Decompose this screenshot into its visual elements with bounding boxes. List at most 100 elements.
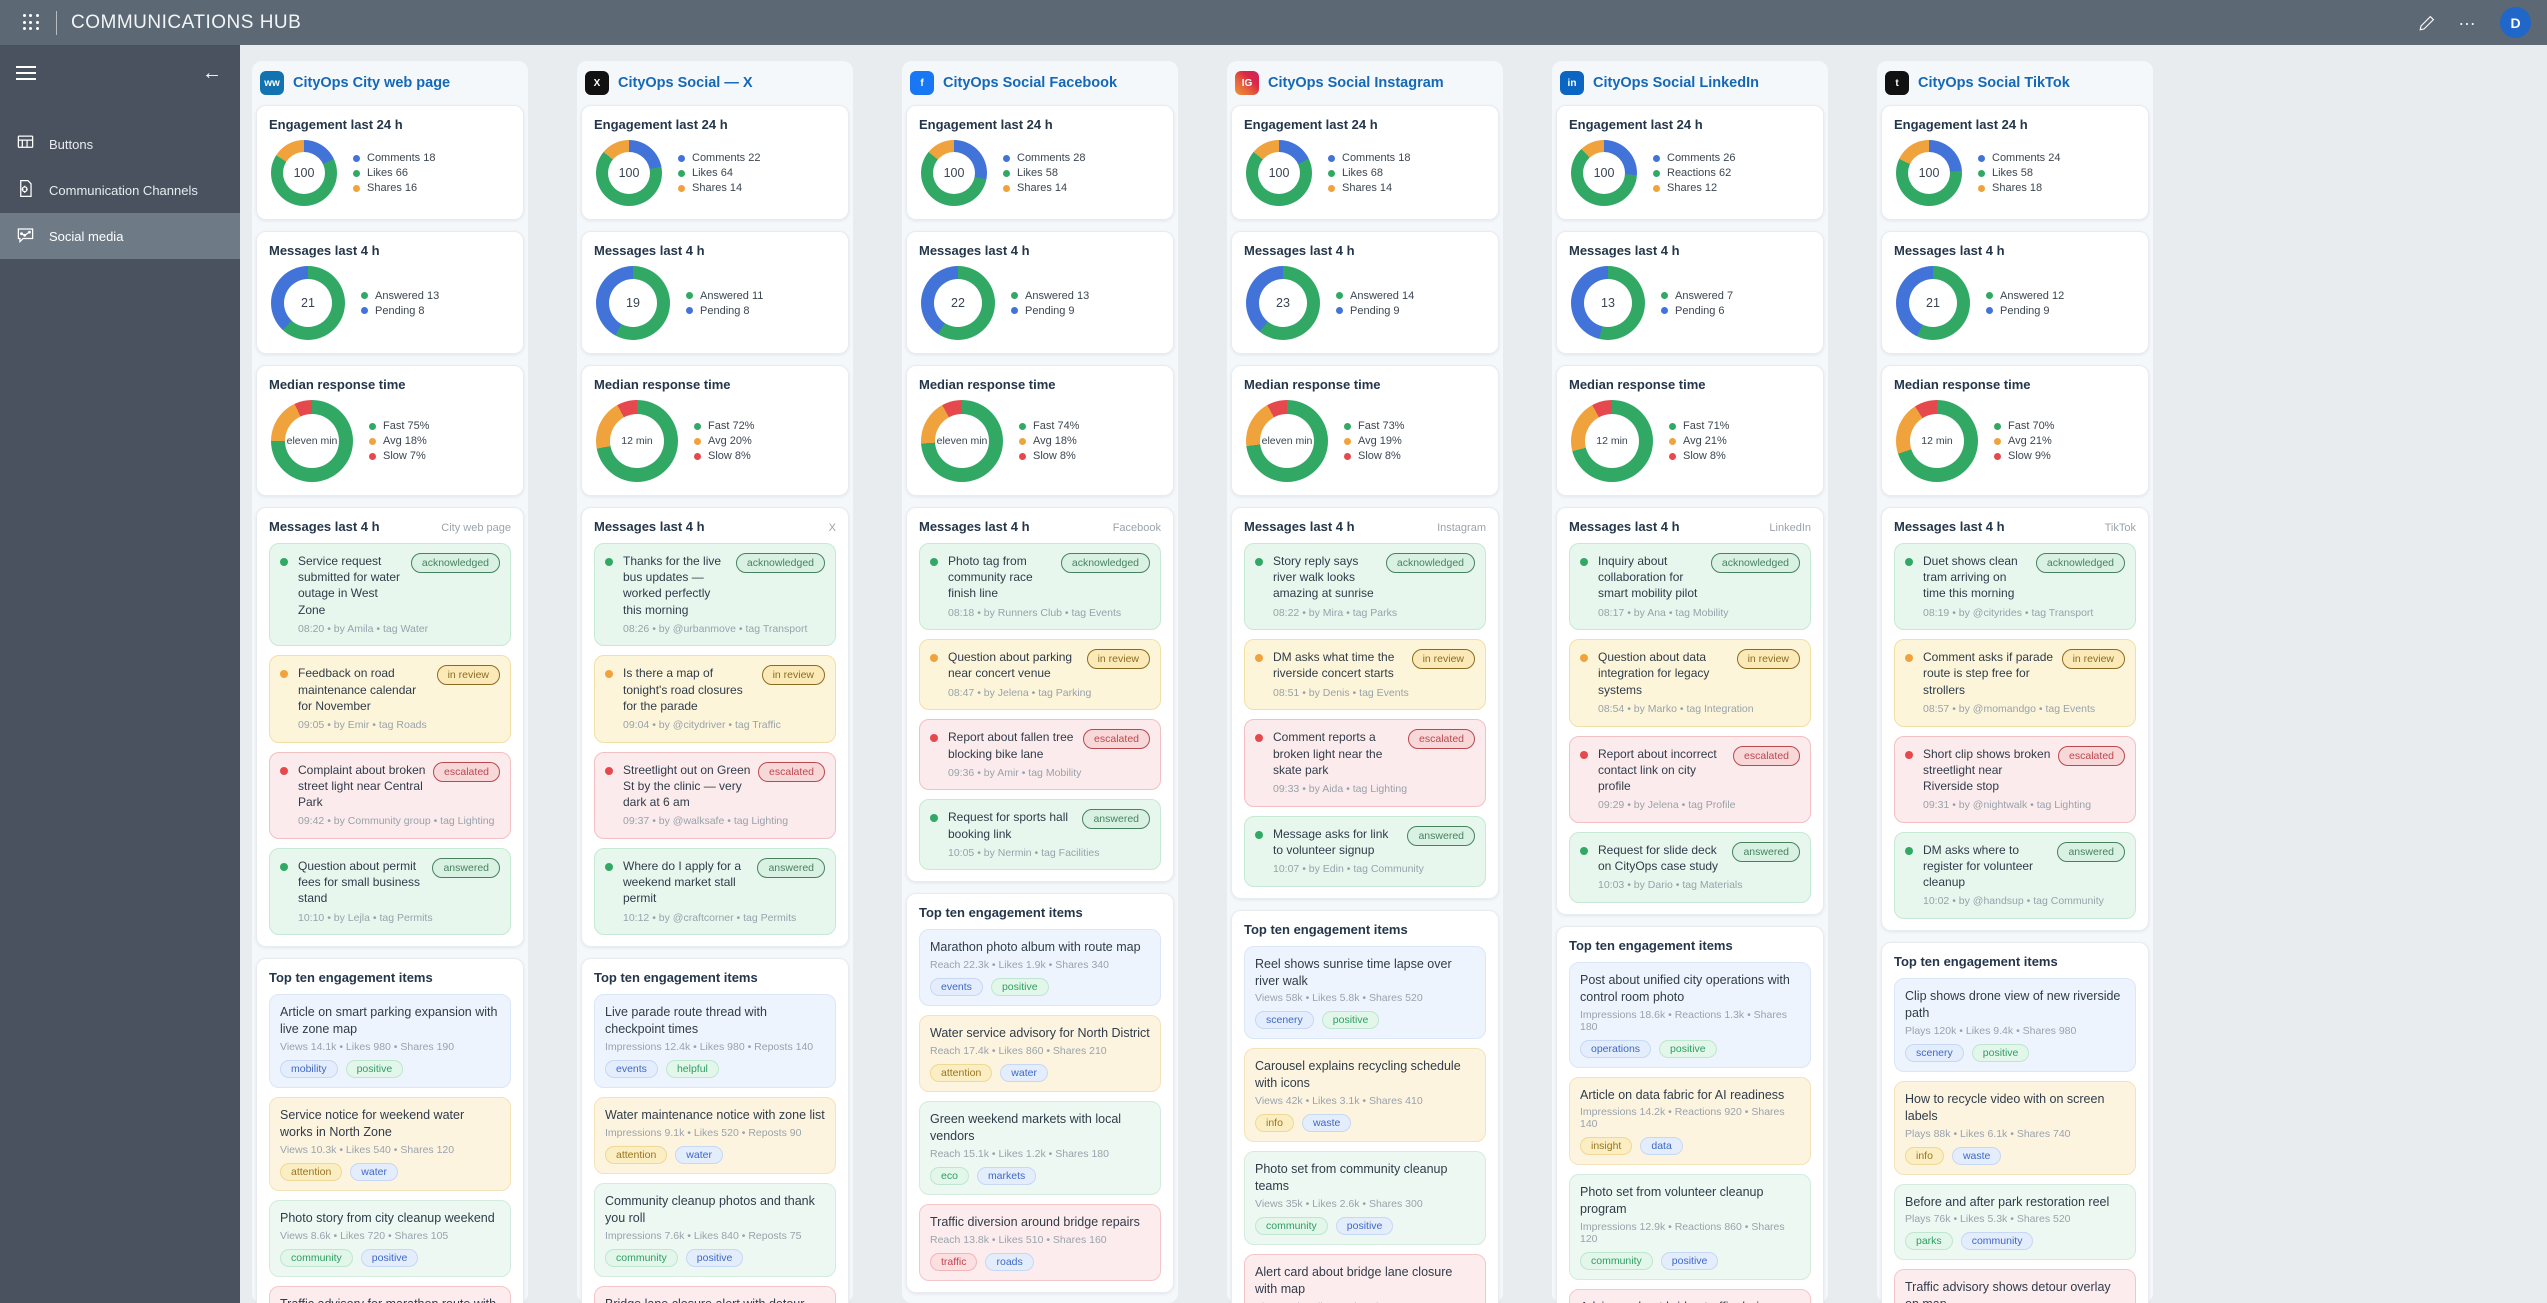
engagement-item[interactable]: Photo set from volunteer cleanup program… [1569,1174,1811,1281]
message-item[interactable]: Report about incorrect contact link on c… [1569,735,1811,823]
message-item[interactable]: Question about parking near concert venu… [919,639,1161,711]
tag-chip[interactable]: positive [345,1059,404,1078]
tag-chip[interactable]: data [1640,1137,1683,1156]
message-item[interactable]: Request for sports hall booking link answ… [919,799,1161,871]
status-badge: answered [1407,825,1475,846]
message-item[interactable]: Is there a map of tonight's road closure… [594,655,836,743]
message-item[interactable]: Service request submitted for water outa… [269,543,511,647]
tag-chip[interactable]: scenery [1255,1011,1314,1030]
engagement-item[interactable]: Alert card about bridge lane closure wit… [1244,1253,1486,1303]
message-item[interactable]: Comment reports a broken light near the … [1244,719,1486,807]
tag-chip[interactable]: traffic [930,1252,978,1271]
message-item[interactable]: DM asks what time the riverside concert … [1244,639,1486,711]
sidebar-item-buttons[interactable]: Buttons [0,121,240,167]
message-item[interactable]: Photo tag from community race finish lin… [919,543,1161,631]
tag-chip[interactable]: info [1905,1146,1944,1165]
app-launcher-icon[interactable] [16,8,46,38]
message-item[interactable]: Question about permit fees for small bus… [269,847,511,936]
engagement-item[interactable]: Advisory about bridge traffic during wor… [1569,1289,1811,1303]
tag-chip[interactable]: water [675,1145,723,1164]
message-item[interactable]: Short clip shows broken streetlight near… [1894,735,2136,823]
tag-chip[interactable]: positive [990,978,1049,997]
tag-chip[interactable]: operations [1580,1039,1652,1058]
tag-chip[interactable]: positive [360,1248,419,1267]
menu-hamburger-icon[interactable] [16,62,36,84]
tag-chip[interactable]: water [350,1162,398,1181]
message-item[interactable]: Request for slide deck on CityOps case s… [1569,831,1811,903]
engagement-item[interactable]: Article on smart parking expansion with … [269,994,511,1088]
tag-chip[interactable]: eco [930,1166,969,1185]
engagement-item[interactable]: Post about unified city operations with … [1569,961,1811,1068]
tag-chip[interactable]: waste [1951,1146,2002,1165]
tag-chip[interactable]: positive [1321,1011,1380,1030]
engagement-item[interactable]: Traffic advisory shows detour overlay on… [1894,1269,2136,1303]
sidebar-item-social-media[interactable]: Social media [0,213,240,259]
more-options-icon[interactable]: … [2458,10,2478,32]
tag-chip[interactable]: parks [1905,1232,1953,1251]
engagement-card: Engagement last 24 h 100 Comments 28 Likes … [906,105,1174,220]
tag-chip[interactable]: events [605,1059,658,1078]
tag-chip[interactable]: community [1255,1216,1328,1235]
tag-chip[interactable]: positive [1971,1043,2030,1062]
legend-item: Likes 58 [1003,167,1085,179]
engagement-item[interactable]: Photo set from community cleanup teams Vi… [1244,1151,1486,1245]
engagement-item[interactable]: Water service advisory for North Distric… [919,1015,1161,1093]
tag-chip[interactable]: positive [1659,1039,1717,1058]
sidebar-item-communication-channels[interactable]: Communication Channels [0,167,240,213]
message-item[interactable]: Comment asks if parade route is step fre… [1894,639,2136,727]
tag-chip[interactable]: events [930,978,983,997]
tag-chip[interactable]: helpful [665,1059,719,1078]
message-item[interactable]: Inquiry about collaboration for smart mo… [1569,543,1811,631]
tag-chip[interactable]: insight [1580,1137,1633,1156]
engagement-item[interactable]: Photo story from city cleanup weekend Vie… [269,1199,511,1277]
message-item[interactable]: Where do I apply for a weekend market st… [594,847,836,936]
tag-chip[interactable]: community [605,1248,678,1267]
tag-chip[interactable]: markets [976,1166,1037,1185]
legend-label: Pending 8 [375,304,425,317]
channel-title: CityOps Social TikTok [1918,75,2070,91]
user-avatar[interactable]: D [2500,7,2531,38]
tag-chip[interactable]: positive [685,1248,744,1267]
engagement-item[interactable]: Green weekend markets with local vendors… [919,1101,1161,1195]
collapse-back-arrow-icon[interactable]: ← [202,63,222,83]
tag-chip[interactable]: mobility [280,1059,338,1078]
engagement-item[interactable]: Carousel explains recycling schedule wit… [1244,1048,1486,1143]
tag-chip[interactable]: attention [930,1064,993,1083]
tag-chip[interactable]: community [1960,1232,2034,1251]
message-item[interactable]: Report about fallen tree blocking bike l… [919,719,1161,791]
tag-chip[interactable]: community [1580,1252,1653,1271]
engagement-item[interactable]: Reel shows sunrise time lapse over river… [1244,945,1486,1040]
engagement-item[interactable]: Article on data fabric for AI readiness I… [1569,1076,1811,1166]
tag-chip[interactable]: positive [1660,1252,1719,1271]
tag-chip[interactable]: positive [1335,1216,1394,1235]
tag-chip[interactable]: scenery [1905,1043,1964,1062]
engagement-item[interactable]: Traffic advisory for marathon route with… [269,1285,511,1303]
engagement-item[interactable]: Bridge lane closure alert with detour ma… [594,1285,836,1303]
engagement-item[interactable]: Community cleanup photos and thank you r… [594,1182,836,1277]
tag-chip[interactable]: community [280,1248,353,1267]
tag-chip[interactable]: water [1000,1064,1048,1083]
edit-pencil-icon[interactable] [2418,14,2436,32]
engagement-item[interactable]: Marathon photo album with route map Reach… [919,929,1161,1007]
engagement-item[interactable]: Service notice for weekend water works i… [269,1096,511,1191]
engagement-item[interactable]: Live parade route thread with checkpoint… [594,994,836,1088]
tag-chip[interactable]: attention [280,1162,343,1181]
message-item[interactable]: Question about data integration for lega… [1569,639,1811,727]
message-item[interactable]: Feedback on road maintenance calendar fo… [269,655,511,743]
engagement-item[interactable]: Before and after park restoration reel Pl… [1894,1183,2136,1261]
message-item[interactable]: Message asks for link to volunteer signu… [1244,815,1486,887]
message-item[interactable]: Duet shows clean tram arriving on time t… [1894,543,2136,631]
engagement-item[interactable]: How to recycle video with on screen labe… [1894,1080,2136,1175]
message-item[interactable]: Complaint about broken street light near… [269,751,511,839]
message-item[interactable]: Streetlight out on Green St by the clini… [594,751,836,839]
engagement-item[interactable]: Clip shows drone view of new riverside p… [1894,978,2136,1072]
message-item[interactable]: Story reply says river walk looks amazin… [1244,543,1486,631]
tag-chip[interactable]: waste [1301,1114,1352,1133]
tag-chip[interactable]: roads [985,1252,1034,1271]
tag-chip[interactable]: attention [605,1145,668,1164]
engagement-item[interactable]: Traffic diversion around bridge repairs R… [919,1203,1161,1281]
engagement-item[interactable]: Water maintenance notice with zone list I… [594,1096,836,1174]
message-item[interactable]: Thanks for the live bus updates — worked… [594,543,836,647]
message-item[interactable]: DM asks where to register for volunteer … [1894,831,2136,919]
tag-chip[interactable]: info [1255,1114,1294,1133]
